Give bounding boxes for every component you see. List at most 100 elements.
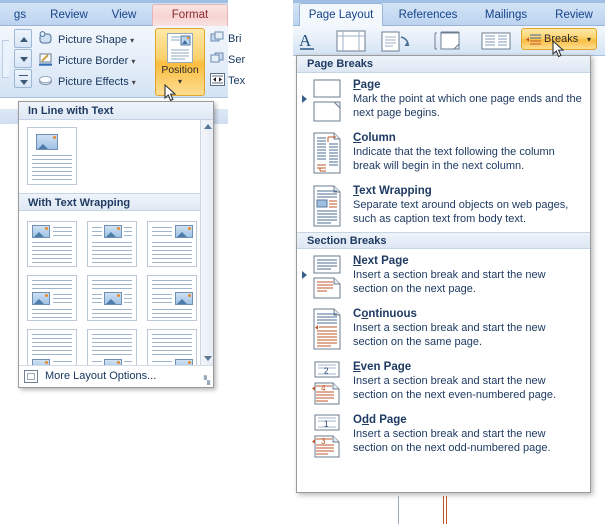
columns-icon[interactable] [479,30,513,52]
position-icon [167,33,193,63]
menu-item-even-page-break[interactable]: 2 4 Even Page Insert a section break and… [297,355,590,408]
gallery-thumb-middle-right[interactable] [147,275,197,321]
send-to-back-command[interactable]: Ser [210,52,245,66]
menu-item-description: Insert a section break and start the new… [353,375,557,401]
breaks-icon [526,33,541,46]
chevron-down-icon [20,57,28,62]
picture-border-command[interactable]: Picture Border ▾ [38,52,135,71]
more-layout-options-icon [24,370,38,383]
breaks-button[interactable]: Breaks ▾ [521,28,597,50]
tab-mailings-truncated[interactable]: gs [2,5,38,26]
text-wrapping-command[interactable]: Tex [210,73,245,87]
format-ribbon-pane: gs Review View Format Picture Shape ▾ Pi… [0,0,245,410]
menu-item-odd-page-break[interactable]: 1 3 Odd Page Insert a section break and … [297,408,590,461]
even-page-break-icon: 2 4 [311,361,347,405]
menu-item-continuous-break[interactable]: Continuous Insert a section break and st… [297,302,590,355]
menu-item-title: Even Page [353,361,412,373]
breaks-dropdown-menu: Page Breaks Page Mark the point at which… [296,55,591,493]
chevron-down-icon[interactable]: ▾ [132,78,136,87]
position-button-label: Position [161,64,199,76]
thumb-image [36,134,58,150]
tab-view[interactable]: View [100,5,148,26]
ribbon-left-edge [2,40,9,78]
tab-mailings[interactable]: Mailings [473,5,539,26]
svg-text:3: 3 [321,437,326,446]
menu-item-text-wrapping-break[interactable]: Text Wrapping Separate text around objec… [297,179,590,232]
gallery-inline-header: In Line with Text [19,102,213,120]
menu-header-page-breaks: Page Breaks [297,56,590,73]
menu-item-description: Insert a section break and start the new… [353,428,551,454]
chevron-up-icon [20,37,28,42]
gallery-thumb-in-line-with-text[interactable] [27,127,77,185]
bring-to-front-label: Bri [228,33,242,45]
tab-review[interactable]: Review [545,5,603,26]
picture-effects-icon [38,73,55,88]
next-page-break-icon [311,255,347,299]
picture-border-icon [38,52,55,67]
tab-page-layout[interactable]: Page Layout [299,3,383,26]
chevron-down-icon [20,80,28,85]
spinner-reset-button[interactable] [14,69,32,88]
odd-page-break-icon: 1 3 [311,414,347,458]
document-margin-guide [398,496,399,524]
picture-shape-command[interactable]: Picture Shape ▾ [38,31,134,50]
column-break-icon [311,132,347,174]
menu-item-title: Text Wrapping [353,185,432,197]
resize-gripper-icon[interactable]: ▚ [204,376,210,385]
gallery-scroll-down-button[interactable] [201,352,214,365]
chevron-down-icon[interactable]: ▾ [131,57,135,66]
margins-icon[interactable] [333,30,369,52]
tabstrip-topline [0,0,228,3]
menu-item-title: Odd Page [353,414,407,426]
menu-item-title: Continuous [353,308,417,320]
gallery-thumb-top-left[interactable] [27,221,77,267]
tab-format[interactable]: Format [152,4,228,26]
send-to-back-icon [210,52,225,65]
document-column-guide [443,496,444,524]
chevron-down-icon[interactable]: ▾ [130,36,134,45]
picture-effects-command[interactable]: Picture Effects ▾ [38,73,136,92]
chevron-down-icon: ▾ [586,35,591,44]
menu-item-next-page-break[interactable]: Next Page Insert a section break and sta… [297,249,590,302]
gallery-thumb-middle-left[interactable] [27,275,77,321]
document-column-guide-2 [446,496,447,524]
size-icon[interactable] [429,30,469,52]
gallery-thumb-top-right[interactable] [147,221,197,267]
gallery-thumb-middle-center[interactable] [87,275,137,321]
themes-icon[interactable]: A [298,30,320,52]
menu-item-description: Mark the point at which one page ends an… [353,93,582,119]
menu-item-column-break[interactable]: Column Indicate that the text following … [297,126,590,179]
picture-border-label: Picture Border [58,55,129,67]
menu-item-page-break[interactable]: Page Mark the point at which one page en… [297,73,590,126]
spinner-down-button[interactable] [14,49,32,68]
page-layout-ribbon-pane: Page Layout References Mailings Review A [293,0,605,524]
text-wrapping-label: Tex [228,75,246,87]
send-to-back-label: Ser [228,54,246,66]
chevron-down-icon[interactable]: ▾ [156,77,204,86]
menu-item-description: Separate text around objects on web page… [353,199,569,225]
tab-references[interactable]: References [389,5,467,26]
position-button[interactable]: Position ▾ [155,28,205,96]
spinner-up-button[interactable] [14,29,32,48]
tab-review[interactable]: Review [40,5,98,26]
gallery-scrollbar[interactable] [200,120,213,365]
size-spinner-group [14,29,32,91]
gallery-wrapping-header: With Text Wrapping [19,193,201,211]
chevron-up-icon [204,124,212,129]
svg-text:4: 4 [321,384,326,393]
menu-item-description: Indicate that the text following the col… [353,146,555,172]
dash-icon [19,75,28,76]
breaks-button-label: Breaks [544,33,579,45]
svg-text:A: A [299,31,312,50]
gallery-thumb-top-center[interactable] [87,221,137,267]
orientation-icon[interactable] [379,30,415,52]
bring-to-front-command[interactable]: Bri [210,31,241,45]
gallery-scroll-up-button[interactable] [201,120,214,133]
gallery-wrapping-header-wrap: With Text Wrapping [19,193,201,211]
gallery-footer: More Layout Options... ▚ [19,365,213,387]
ribbon-tabstrip-right: Page Layout References Mailings Review [293,0,605,26]
menu-header-section-breaks: Section Breaks [297,232,590,249]
menu-item-description: Insert a section break and start the new… [353,322,546,348]
ribbon-band-right: A Breaks ▾ [293,26,605,56]
more-layout-options-button[interactable]: More Layout Options... [45,370,156,382]
